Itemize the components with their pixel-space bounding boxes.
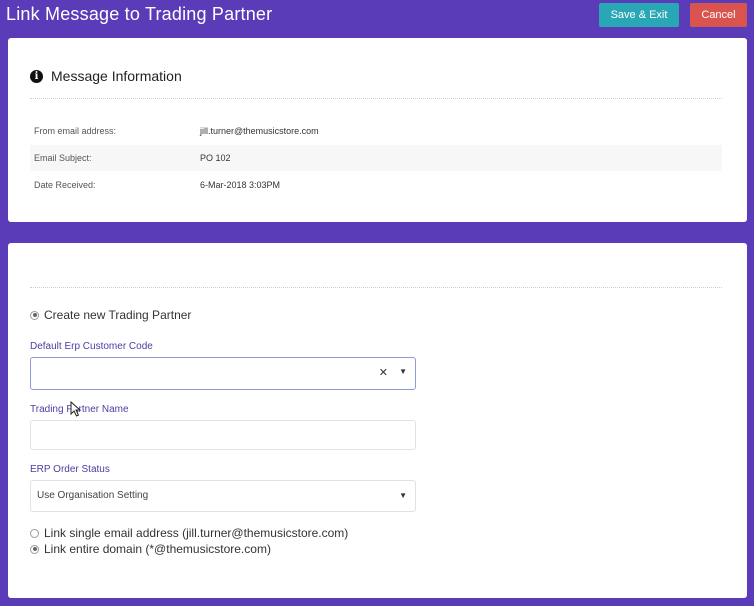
page-title: Link Message to Trading Partner <box>6 4 273 24</box>
section-title: Message Information <box>51 68 182 84</box>
info-label: From email address: <box>34 126 117 136</box>
chevron-down-icon[interactable]: ▼ <box>399 367 407 376</box>
info-value: jill.turner@themusicstore.com <box>200 126 319 136</box>
info-row-subject: Email Subject: PO 102 <box>30 145 722 171</box>
info-icon: i <box>30 69 43 83</box>
erp-code-select[interactable]: ✕ ▼ <box>30 357 416 390</box>
order-status-value: Use Organisation Setting <box>37 490 149 501</box>
message-information-panel: i Message Information From email address… <box>8 38 747 222</box>
link-single-label: Link single email address (jill.turner@t… <box>44 526 349 540</box>
link-single-option[interactable]: Link single email address (jill.turner@t… <box>30 526 348 540</box>
section-header: i Message Information <box>30 68 182 84</box>
link-domain-option[interactable]: Link entire domain (*@themusicstore.com) <box>30 542 271 556</box>
divider <box>30 287 722 288</box>
order-status-select[interactable]: Use Organisation Setting ▼ <box>30 480 416 512</box>
order-status-label: ERP Order Status <box>30 464 110 475</box>
clear-icon[interactable]: ✕ <box>379 366 388 379</box>
create-new-option[interactable]: Create new Trading Partner <box>30 308 191 322</box>
link-domain-label: Link entire domain (*@themusicstore.com) <box>44 542 271 556</box>
info-label: Date Received: <box>34 180 96 190</box>
trading-partner-form: Create new Trading Partner Default Erp C… <box>8 243 747 598</box>
erp-code-label: Default Erp Customer Code <box>30 341 153 352</box>
radio-button-selected[interactable] <box>30 310 39 320</box>
info-value: 6-Mar-2018 3:03PM <box>200 180 281 190</box>
save-exit-button[interactable]: Save & Exit <box>599 3 679 27</box>
info-value: PO 102 <box>200 153 231 163</box>
partner-name-input[interactable] <box>30 420 416 450</box>
divider <box>30 98 722 99</box>
mouse-cursor-icon <box>70 401 82 417</box>
create-new-label: Create new Trading Partner <box>44 308 192 322</box>
info-row-from: From email address: jill.turner@themusic… <box>30 118 722 144</box>
cancel-button[interactable]: Cancel <box>690 3 747 27</box>
info-label: Email Subject: <box>34 153 92 163</box>
chevron-down-icon[interactable]: ▼ <box>399 491 407 500</box>
info-row-date: Date Received: 6-Mar-2018 3:03PM <box>30 172 722 198</box>
radio-button-selected[interactable] <box>30 544 39 554</box>
radio-button[interactable] <box>30 528 39 538</box>
